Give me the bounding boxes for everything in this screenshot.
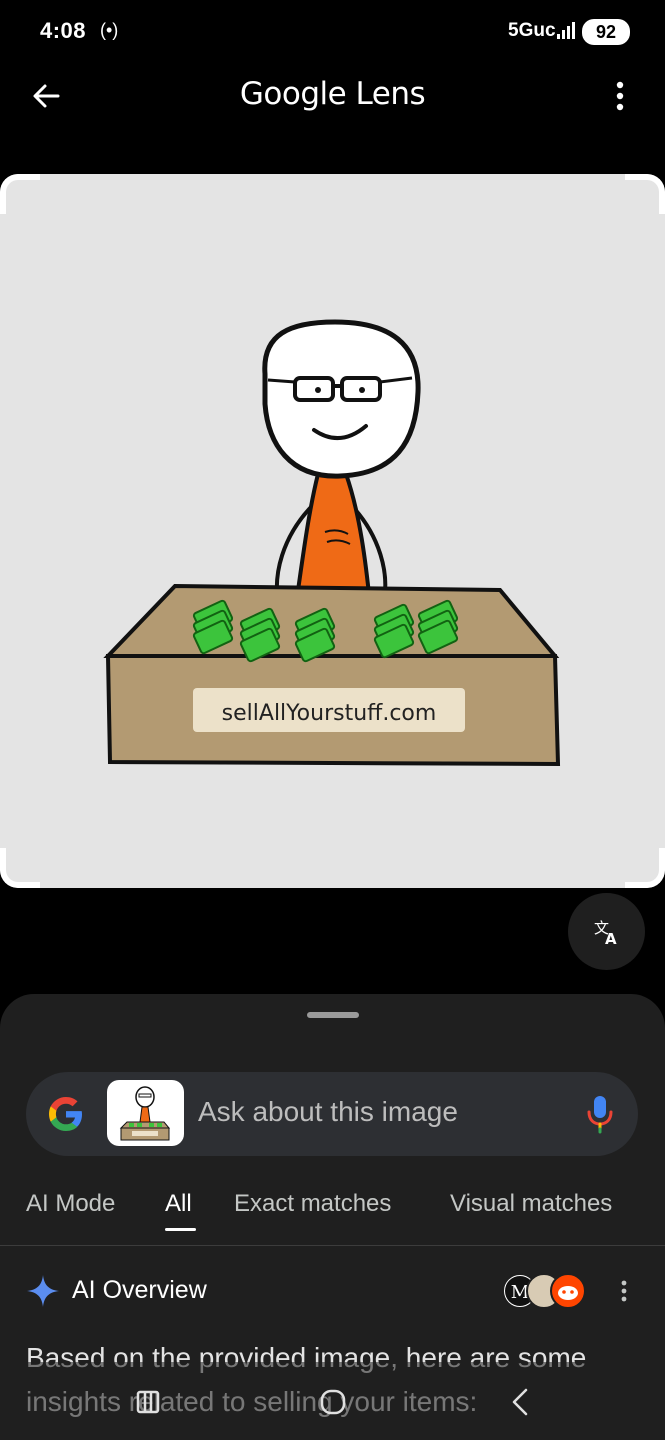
- thumbnail-graphic: [119, 1086, 171, 1141]
- status-bar: 4:08 (•) 5Guc 92: [0, 0, 665, 64]
- crop-corner[interactable]: [0, 848, 40, 888]
- tab-ai-mode[interactable]: AI Mode: [26, 1190, 115, 1218]
- sign-text: sellAllYourstuff.com: [222, 701, 437, 726]
- microphone-icon[interactable]: [584, 1094, 616, 1134]
- cartoon-illustration: sellAllYourstuff.com: [103, 319, 561, 767]
- more-vert-icon: [616, 81, 624, 111]
- google-logo-icon: [49, 1097, 82, 1131]
- recents-icon: [136, 1390, 160, 1414]
- searched-image[interactable]: sellAllYourstuff.com: [0, 174, 665, 888]
- more-vert-icon: [621, 1280, 627, 1302]
- svg-text:A: A: [605, 930, 617, 947]
- system-nav-bar: [0, 1362, 665, 1440]
- translate-button[interactable]: 文 A: [568, 893, 645, 970]
- drag-handle[interactable]: [307, 1012, 359, 1018]
- app-bar: Google Lens: [0, 64, 665, 128]
- search-input[interactable]: Ask about this image: [198, 1096, 458, 1128]
- cast-icon: (•): [100, 20, 119, 40]
- back-nav-button[interactable]: [500, 1382, 540, 1422]
- image-thumbnail[interactable]: [107, 1080, 184, 1146]
- chevron-left-icon: [512, 1388, 528, 1416]
- crop-corner[interactable]: [0, 174, 40, 214]
- tab-all[interactable]: All: [165, 1190, 192, 1218]
- signal-icon: [557, 22, 575, 39]
- active-tab-indicator: [165, 1228, 196, 1231]
- tab-visual-matches[interactable]: Visual matches: [450, 1190, 612, 1218]
- network-type: 5Guc: [508, 20, 556, 41]
- home-button[interactable]: [313, 1382, 353, 1422]
- recents-button[interactable]: [128, 1382, 168, 1422]
- battery-indicator: 92: [582, 19, 630, 45]
- app-title: Google Lens: [239, 76, 426, 112]
- more-options-button[interactable]: [600, 76, 640, 116]
- status-time: 4:08: [40, 18, 87, 43]
- ai-overview-title: AI Overview: [72, 1276, 207, 1304]
- home-icon: [320, 1389, 346, 1415]
- sparkle-icon: [27, 1275, 59, 1307]
- crop-corner[interactable]: [625, 848, 665, 888]
- reddit-icon: [550, 1273, 586, 1309]
- results-tabs: AI Mode All Exact matches Visual matches: [0, 1184, 665, 1246]
- search-box[interactable]: Ask about this image: [26, 1072, 638, 1156]
- translate-icon: 文 A: [594, 919, 617, 947]
- overview-more-button[interactable]: [612, 1276, 636, 1306]
- source-avatars[interactable]: M: [502, 1273, 586, 1309]
- tab-exact-matches[interactable]: Exact matches: [234, 1190, 391, 1218]
- crop-corner[interactable]: [625, 174, 665, 214]
